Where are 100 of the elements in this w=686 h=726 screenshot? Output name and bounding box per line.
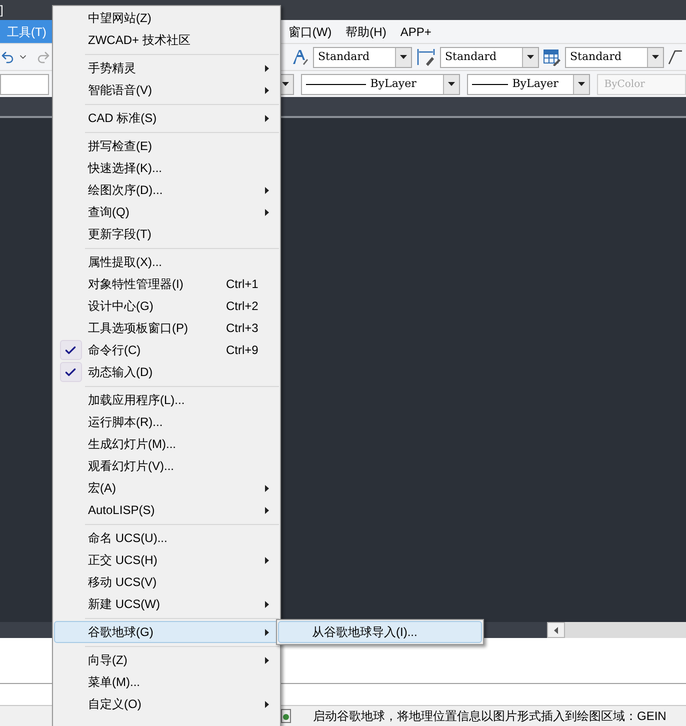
menu-item[interactable]: 从谷歌地球导入(I)...	[278, 621, 482, 643]
leader-style-icon[interactable]	[668, 48, 682, 66]
menu-item-label: 菜单(M)...	[87, 674, 141, 691]
dropdown-value: Standard	[317, 48, 370, 65]
menu-item-label: 动态输入(D)	[87, 364, 154, 381]
dropdown-value: ByLayer	[511, 76, 560, 92]
shortcut-label: Ctrl+2	[226, 298, 258, 315]
menu-item-label: 运行脚本(R)...	[87, 414, 164, 431]
status-text: 启动谷歌地球，将地理位置信息以图片形式插入到绘图区域：GEIN	[313, 708, 666, 725]
dropdown-value: Standard	[569, 48, 622, 65]
menu-item[interactable]: 正交 UCS(H)	[54, 549, 279, 571]
menu-item[interactable]: 加载应用程序(L)...	[54, 389, 279, 411]
dropdown[interactable]: Standard	[565, 46, 664, 68]
menu-item-label: 绘图次序(D)...	[87, 182, 164, 199]
menu-bar-item[interactable]: 窗口(W)	[281, 20, 339, 43]
table-style-icon[interactable]	[543, 48, 561, 66]
menu-item-label: 工具选项板窗口(P)	[87, 320, 189, 337]
menu-item-label: 生成幻灯片(M)...	[87, 436, 177, 453]
submenu-arrow-icon	[265, 556, 269, 564]
menu-item[interactable]: 对象特性管理器(I) Ctrl+1	[54, 273, 279, 295]
menu-bar-item[interactable]: 帮助(H)	[338, 20, 394, 43]
undo-icon[interactable]	[0, 50, 15, 64]
text-style-icon[interactable]	[291, 48, 309, 66]
menu-item-label: 设计中心(G)	[87, 298, 154, 315]
menu-item[interactable]: 运行脚本(R)...	[54, 411, 279, 433]
menu-item[interactable]: 查询(Q)	[54, 201, 279, 223]
menu-item[interactable]: 新建 UCS(W)	[54, 593, 279, 615]
menu-item-label: 命名 UCS(U)...	[87, 530, 168, 547]
submenu-arrow-icon	[265, 506, 269, 514]
menu-item[interactable]: 绘图次序(D)...	[54, 179, 279, 201]
menu-item-label: 中望网站(Z)	[87, 10, 152, 27]
menu-item-label: AutoLISP(S)	[87, 502, 156, 519]
menu-item-label: 命令行(C)	[87, 342, 142, 359]
menu-item[interactable]: 设计中心(G) Ctrl+2	[54, 295, 279, 317]
menu-item-label: 从谷歌地球导入(I)...	[312, 624, 418, 641]
dropdown[interactable]: ByLayer	[467, 74, 590, 94]
menu-item[interactable]: 属性提取(X)...	[54, 251, 279, 273]
menu-item-label: 向导(Z)	[87, 652, 128, 669]
menu-item-label: 手势精灵	[87, 60, 137, 77]
menu-item[interactable]: 宏(A)	[54, 477, 279, 499]
menu-item[interactable]: 智能语音(V)	[54, 79, 279, 101]
window-title: ]	[0, 4, 4, 16]
submenu-arrow-icon	[265, 86, 269, 94]
shortcut-label: Ctrl+3	[226, 320, 258, 337]
menu-item[interactable]: 拼写检查(E)	[54, 135, 279, 157]
menu-item[interactable]: 观看幻灯片(V)...	[54, 455, 279, 477]
menu-item-label: 更新字段(T)	[87, 226, 152, 243]
menu-item-label: 快速选择(K)...	[86, 160, 163, 177]
menu-item-label: 拼写检查(E)	[87, 138, 153, 155]
menu-item-label: 属性提取(X)...	[87, 254, 163, 271]
submenu-arrow-icon	[265, 186, 269, 194]
menu-item[interactable]: 向导(Z)	[54, 649, 279, 671]
menu-item[interactable]: 谷歌地球(G)	[54, 621, 279, 643]
dropdown[interactable]: ByLayer	[301, 74, 460, 94]
menu-item-label: 自定义(O)	[87, 696, 142, 713]
menu-item-label: 观看幻灯片(V)...	[87, 458, 175, 475]
menu-item[interactable]: 移动 UCS(V)	[54, 571, 279, 593]
layer-field[interactable]	[0, 74, 50, 94]
submenu-arrow-icon	[265, 484, 269, 492]
menu-item[interactable]: AutoLISP(S)	[54, 499, 279, 521]
submenu-arrow-icon	[265, 600, 269, 608]
dropdown[interactable]: Standard	[440, 46, 539, 68]
dropdown[interactable]: Standard	[313, 46, 412, 68]
menu-item[interactable]: 快速选择(K)...	[54, 157, 279, 179]
menu-item-label: CAD 标准(S)	[87, 110, 158, 127]
menu-item-label: 谷歌地球(G)	[87, 624, 154, 641]
menu-item[interactable]: 生成幻灯片(M)...	[54, 433, 279, 455]
submenu-arrow-icon	[265, 208, 269, 216]
menu-item-label: 正交 UCS(H)	[87, 552, 158, 569]
menu-item[interactable]: 自定义(O)	[54, 693, 279, 715]
menu-item[interactable]: 手势精灵	[54, 57, 279, 79]
menu-item[interactable]: 菜单(M)...	[54, 671, 279, 693]
submenu-arrow-icon	[265, 656, 269, 664]
menu-item[interactable]: 动态输入(D)	[54, 361, 279, 383]
menu-item-label: 加载应用程序(L)...	[87, 392, 186, 409]
shortcut-label: Ctrl+9	[226, 342, 258, 359]
menu-item[interactable]: ZWCAD+ 技术社区	[54, 29, 279, 51]
left-arrow-icon	[554, 626, 558, 634]
dimension-style-icon[interactable]	[416, 48, 436, 66]
menu-item[interactable]: 命名 UCS(U)...	[54, 527, 279, 549]
menu-item-label: 新建 UCS(W)	[87, 596, 161, 613]
menu-item-label: 宏(A)	[87, 480, 117, 497]
menu-item-label: 移动 UCS(V)	[87, 574, 158, 591]
dropdown-value: Standard	[444, 48, 498, 65]
menu-item-label: 对象特性管理器(I)	[87, 276, 184, 293]
menu-bar-item[interactable]: APP+	[393, 20, 438, 43]
menu-item[interactable]: CAD 标准(S)	[54, 107, 279, 129]
menu-item[interactable]: 命令行(C) Ctrl+9	[54, 339, 279, 361]
submenu-arrow-icon	[265, 700, 269, 708]
menu-item-label: 智能语音(V)	[87, 82, 153, 99]
submenu-arrow-icon	[265, 114, 269, 122]
menu-item[interactable]: 工具选项板窗口(P) Ctrl+3	[54, 317, 279, 339]
menu-item[interactable]: 更新字段(T)	[54, 223, 279, 245]
scroll-left-button[interactable]	[547, 622, 565, 638]
menu-item[interactable]: 中望网站(Z)	[54, 7, 279, 29]
dropdown-value: ByLayer	[369, 76, 418, 92]
submenu-arrow-icon	[265, 628, 269, 636]
menu-item-label: ZWCAD+ 技术社区	[87, 32, 192, 49]
shortcut-label: Ctrl+1	[226, 276, 258, 293]
menu-item-label: 查询(Q)	[87, 204, 130, 221]
